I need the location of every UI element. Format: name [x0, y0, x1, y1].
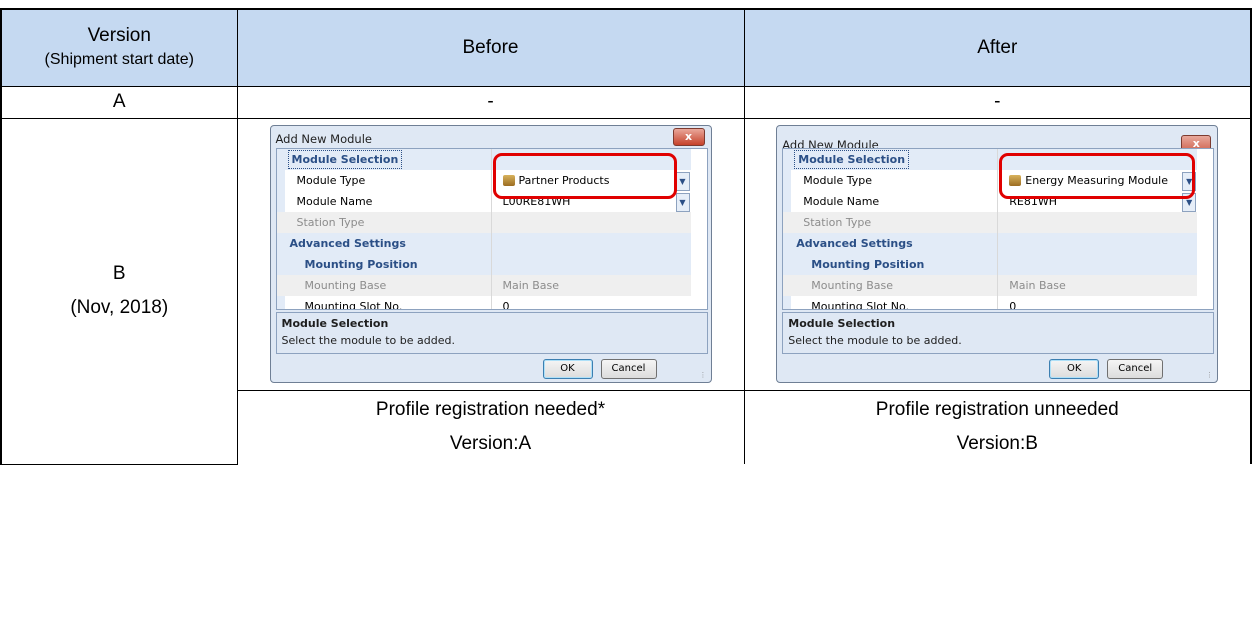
section-mounting-position: Mounting Position — [276, 254, 691, 275]
comparison-table: Version (Shipment start date) Before Aft… — [0, 8, 1252, 465]
section-mounting-position: Mounting Position — [783, 254, 1198, 275]
row-b-version: B — [112, 263, 126, 284]
row-a-version: A — [0, 85, 238, 119]
module-name-label: Module Name — [296, 195, 373, 208]
mounting-slot-row[interactable]: Mounting Slot No. 0 — [277, 296, 691, 310]
close-icon[interactable]: x — [672, 128, 705, 146]
header-after: After — [743, 8, 1252, 87]
module-type-label: Module Type — [296, 174, 366, 187]
property-grid: Module Selection Module Type Energy Meas… — [782, 148, 1215, 310]
station-type-label: Station Type — [803, 216, 872, 229]
row-a-before: - — [236, 85, 745, 119]
add-new-module-dialog-before: Add New Module x Module Selection Module… — [269, 125, 712, 383]
module-name-label: Module Name — [803, 195, 880, 208]
row-b-version-cell: B (Nov, 2018) — [0, 117, 238, 465]
header-version: Version (Shipment start date) — [0, 8, 238, 87]
note-after-line1: Profile registration unneeded — [875, 399, 1119, 421]
mounting-base-label: Mounting Base — [811, 279, 894, 292]
mounting-slot-label: Mounting Slot No. — [811, 300, 910, 310]
resize-grip-icon[interactable]: ⋮ — [700, 371, 708, 379]
header-before: Before — [236, 8, 745, 87]
module-type-label: Module Type — [803, 174, 873, 187]
table-row: A - - — [0, 85, 1252, 119]
highlight-box — [492, 153, 677, 199]
ok-button[interactable]: OK — [542, 359, 593, 379]
mounting-slot-label: Mounting Slot No. — [304, 300, 403, 310]
note-before-line1: Profile registration needed* — [375, 399, 606, 421]
note-before-line2: Version:A — [449, 433, 532, 455]
mounting-slot-row[interactable]: Mounting Slot No. 0 — [783, 296, 1197, 310]
station-type-label: Station Type — [296, 216, 365, 229]
cancel-button[interactable]: Cancel — [600, 359, 657, 379]
header-row: Version (Shipment start date) Before Aft… — [0, 8, 1252, 87]
ok-button[interactable]: OK — [1049, 359, 1100, 379]
mounting-base-row: Mounting Base Main Base — [783, 275, 1198, 296]
row-a-after: - — [743, 85, 1252, 119]
section-advanced-settings: Advanced Settings — [276, 233, 691, 254]
note-after-line2: Version:B — [956, 433, 1038, 455]
dropdown-arrow-icon[interactable]: ▼ — [675, 193, 690, 212]
note-after: Profile registration unneeded Version:B — [743, 389, 1252, 464]
mounting-position-label: Mounting Position — [304, 258, 418, 271]
property-grid: Module Selection Module Type Partner Pro… — [275, 148, 708, 310]
dialog-title: Add New Module — [275, 132, 372, 146]
advanced-settings-label: Advanced Settings — [289, 237, 406, 250]
row-b-date: (Nov, 2018) — [70, 297, 169, 318]
description-panel: Module Selection Select the module to be… — [275, 312, 708, 354]
note-before: Profile registration needed* Version:A — [236, 389, 745, 464]
mounting-base-row: Mounting Base Main Base — [276, 275, 691, 296]
station-type-row: Station Type — [783, 212, 1198, 233]
description-body: Select the module to be added. — [788, 334, 962, 347]
description-title: Module Selection — [281, 317, 389, 330]
mounting-position-label: Mounting Position — [811, 258, 925, 271]
highlight-box — [999, 153, 1196, 199]
description-title: Module Selection — [788, 317, 896, 330]
advanced-settings-label: Advanced Settings — [796, 237, 913, 250]
add-new-module-dialog-after: Add New Module x Module Selection Module… — [776, 125, 1219, 383]
after-dialog-cell: Add New Module x Module Selection Module… — [743, 117, 1252, 391]
table-row: B (Nov, 2018) Add New Module x Module Se… — [0, 117, 1252, 465]
mounting-slot-value[interactable]: 0 — [503, 296, 510, 309]
mounting-base-label: Mounting Base — [304, 279, 387, 292]
header-version-sub: (Shipment start date) — [44, 50, 194, 68]
before-dialog-cell: Add New Module x Module Selection Module… — [236, 117, 745, 391]
mounting-base-value: Main Base — [1009, 279, 1066, 292]
resize-grip-icon[interactable]: ⋮ — [1206, 371, 1214, 379]
section-advanced-settings: Advanced Settings — [783, 233, 1198, 254]
header-version-label: Version — [87, 24, 151, 46]
description-panel: Module Selection Select the module to be… — [782, 312, 1215, 354]
dropdown-arrow-icon[interactable]: ▼ — [675, 172, 690, 191]
section-label: Module Selection — [287, 150, 403, 169]
mounting-base-value: Main Base — [502, 279, 560, 292]
description-body: Select the module to be added. — [281, 334, 455, 347]
section-label: Module Selection — [794, 150, 910, 169]
mounting-slot-value[interactable]: 0 — [1009, 296, 1016, 309]
station-type-row: Station Type — [276, 212, 691, 233]
cancel-button[interactable]: Cancel — [1107, 359, 1164, 379]
